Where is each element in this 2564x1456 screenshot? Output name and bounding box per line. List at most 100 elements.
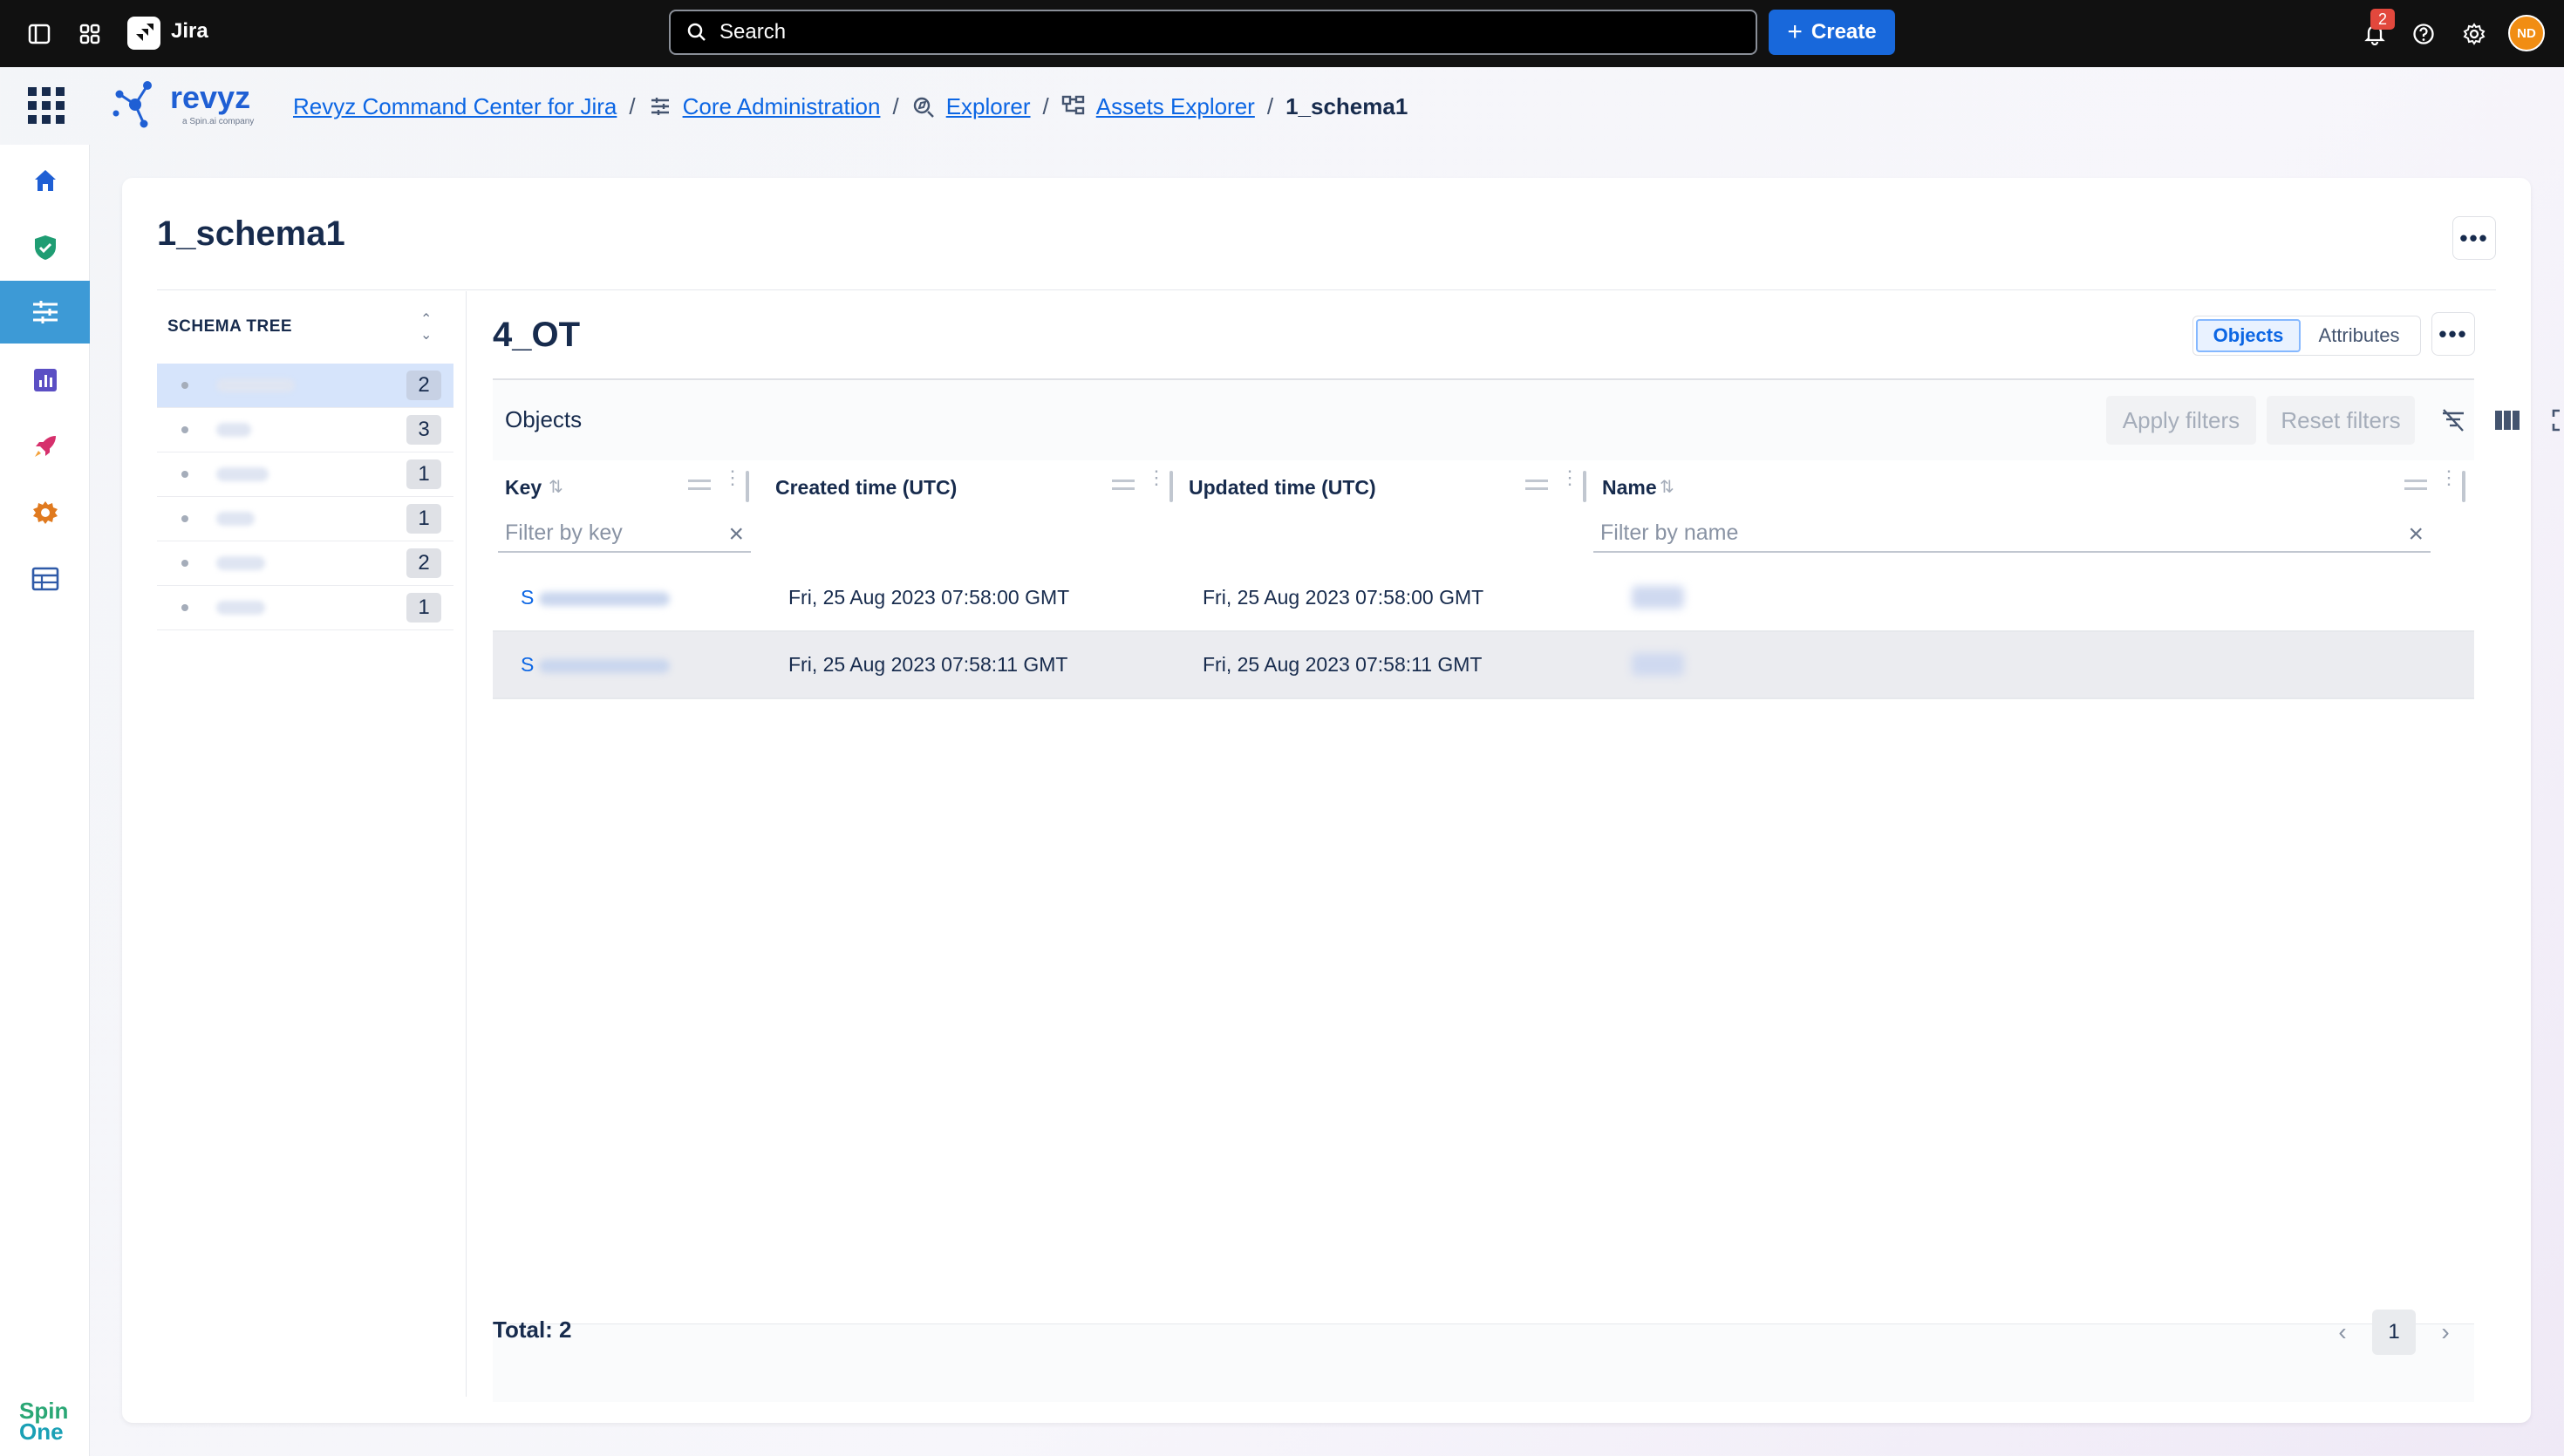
column-resizer[interactable] xyxy=(1583,471,1586,502)
column-menu-icon[interactable]: ⋮ xyxy=(723,468,742,487)
object-count-badge: 1 xyxy=(406,593,441,623)
filter-by-name-input[interactable]: Filter by name × xyxy=(1593,514,2431,553)
drag-handle-icon[interactable] xyxy=(688,480,711,490)
cell-key[interactable]: S xyxy=(521,586,671,609)
explore-icon xyxy=(911,94,936,119)
search-input[interactable]: Search xyxy=(669,10,1757,55)
panel-divider xyxy=(466,291,467,1397)
bullet-icon xyxy=(181,515,188,522)
rocket-icon xyxy=(34,436,56,457)
settings-gear-icon[interactable] xyxy=(2461,21,2487,47)
redacted-name xyxy=(1632,653,1684,676)
page-more-actions-button[interactable]: ••• xyxy=(2452,216,2496,260)
tab-objects[interactable]: Objects xyxy=(2196,319,2301,352)
breadcrumb-explorer[interactable]: Explorer xyxy=(946,93,1031,120)
columns-icon[interactable] xyxy=(2493,406,2521,434)
schema-tree-heading: SCHEMA TREE xyxy=(167,317,293,336)
spinone-logo: Spin One xyxy=(19,1399,68,1443)
bullet-icon xyxy=(181,604,188,611)
column-menu-icon[interactable]: ⋮ xyxy=(1560,468,1579,487)
breadcrumb-assets-explorer[interactable]: Assets Explorer xyxy=(1096,93,1255,120)
gear-icon xyxy=(32,501,58,524)
objects-table-panel: Objects Apply filters Reset filters Key … xyxy=(493,380,2560,1402)
pagination-page-button[interactable]: 1 xyxy=(2372,1310,2416,1355)
breadcrumb-core-administration[interactable]: Core Administration xyxy=(683,93,881,120)
schema-tree-item[interactable]: 1 xyxy=(157,586,453,630)
apply-filters-button[interactable]: Apply filters xyxy=(2106,396,2256,445)
app-grid-icon[interactable] xyxy=(28,87,65,124)
key-prefix: S xyxy=(521,586,535,609)
breadcrumb: Revyz Command Center for Jira / Core Adm… xyxy=(293,91,1408,122)
cell-created: Fri, 25 Aug 2023 07:58:11 GMT xyxy=(788,653,1068,676)
rail-launch[interactable] xyxy=(0,415,90,478)
table-row[interactable]: S Fri, 25 Aug 2023 07:58:11 GMT Fri, 25 … xyxy=(493,632,2474,699)
logo-subtitle: a Spin.ai company xyxy=(182,117,254,126)
clear-filters-icon[interactable] xyxy=(2439,406,2467,434)
redacted-label xyxy=(216,512,255,526)
object-type-more-actions-button[interactable]: ••• xyxy=(2431,312,2475,356)
sort-toggle-icon[interactable]: ⌃ ⌄ xyxy=(420,312,432,344)
schema-tree-item[interactable]: 3 xyxy=(157,408,453,452)
header-divider xyxy=(157,289,2496,290)
object-count-badge: 1 xyxy=(406,459,441,489)
rail-settings[interactable] xyxy=(0,481,90,544)
search-placeholder: Search xyxy=(719,20,787,44)
bullet-icon xyxy=(181,560,188,567)
column-header-updated[interactable]: Updated time (UTC) ⋮ xyxy=(1176,460,1590,561)
breadcrumb-current: 1_schema1 xyxy=(1285,92,1408,119)
user-avatar[interactable]: ND xyxy=(2508,15,2545,51)
sort-icon[interactable]: ⇅ xyxy=(549,476,563,498)
drag-handle-icon[interactable] xyxy=(2404,480,2427,490)
rail-security[interactable] xyxy=(0,216,90,279)
home-icon xyxy=(34,170,56,191)
clear-filter-icon[interactable]: × xyxy=(2408,520,2424,549)
redacted-label xyxy=(216,467,269,481)
rail-tables[interactable] xyxy=(0,548,90,610)
help-icon[interactable] xyxy=(2411,21,2437,47)
rail-reports[interactable] xyxy=(0,349,90,412)
column-label: Name xyxy=(1602,476,1657,499)
cell-key[interactable]: S xyxy=(521,653,671,677)
hierarchy-icon xyxy=(1061,94,1086,119)
column-header-name[interactable]: Name ⇅ ⋮ Filter by name × xyxy=(1590,460,2474,561)
column-header-key[interactable]: Key ⇅ ⋮ Filter by key × xyxy=(493,460,754,561)
sidebar-toggle-icon[interactable] xyxy=(26,21,52,47)
object-count-badge: 2 xyxy=(406,371,441,400)
revyz-logo[interactable]: revyz a Spin.ai company xyxy=(109,77,266,134)
column-menu-icon[interactable]: ⋮ xyxy=(2439,468,2458,487)
column-menu-icon[interactable]: ⋮ xyxy=(1147,468,1166,487)
app-switcher-icon[interactable] xyxy=(77,21,103,47)
column-resizer[interactable] xyxy=(1169,471,1173,502)
drag-handle-icon[interactable] xyxy=(1525,480,1548,490)
rail-home[interactable] xyxy=(0,149,90,212)
column-resizer[interactable] xyxy=(746,471,749,502)
schema-tree-item[interactable]: 2 xyxy=(157,364,453,408)
bullet-icon xyxy=(181,426,188,433)
column-header-created[interactable]: Created time (UTC) ⋮ xyxy=(763,460,1176,561)
filter-placeholder: Filter by key xyxy=(505,520,623,545)
column-resizer[interactable] xyxy=(2462,471,2465,502)
key-prefix: S xyxy=(521,653,535,676)
sliders-icon xyxy=(32,301,58,323)
breadcrumb-revyz-command-center[interactable]: Revyz Command Center for Jira xyxy=(293,93,617,120)
object-type-title: 4_OT xyxy=(493,316,581,354)
clear-filter-icon[interactable]: × xyxy=(728,520,744,549)
tab-attributes[interactable]: Attributes xyxy=(2301,319,2417,352)
total-count: Total: 2 xyxy=(493,1317,572,1343)
app-name[interactable]: Jira xyxy=(171,19,208,44)
create-button[interactable]: + Create xyxy=(1769,10,1895,55)
reset-filters-button[interactable]: Reset filters xyxy=(2267,396,2415,445)
pagination-prev-icon[interactable]: ‹ xyxy=(2327,1315,2358,1350)
drag-handle-icon[interactable] xyxy=(1112,480,1135,490)
schema-tree-item[interactable]: 1 xyxy=(157,452,453,497)
fullscreen-icon[interactable] xyxy=(2549,406,2564,434)
pagination-next-icon[interactable]: › xyxy=(2430,1315,2461,1350)
schema-tree-item[interactable]: 1 xyxy=(157,497,453,541)
filter-by-key-input[interactable]: Filter by key × xyxy=(498,514,751,553)
table-row[interactable]: S Fri, 25 Aug 2023 07:58:00 GMT Fri, 25 … xyxy=(493,565,2474,632)
rail-administration[interactable] xyxy=(0,281,90,344)
jira-logo-icon[interactable] xyxy=(127,17,160,50)
shield-icon xyxy=(34,235,56,260)
sort-icon[interactable]: ⇅ xyxy=(1660,476,1674,498)
schema-tree-item[interactable]: 2 xyxy=(157,541,453,586)
